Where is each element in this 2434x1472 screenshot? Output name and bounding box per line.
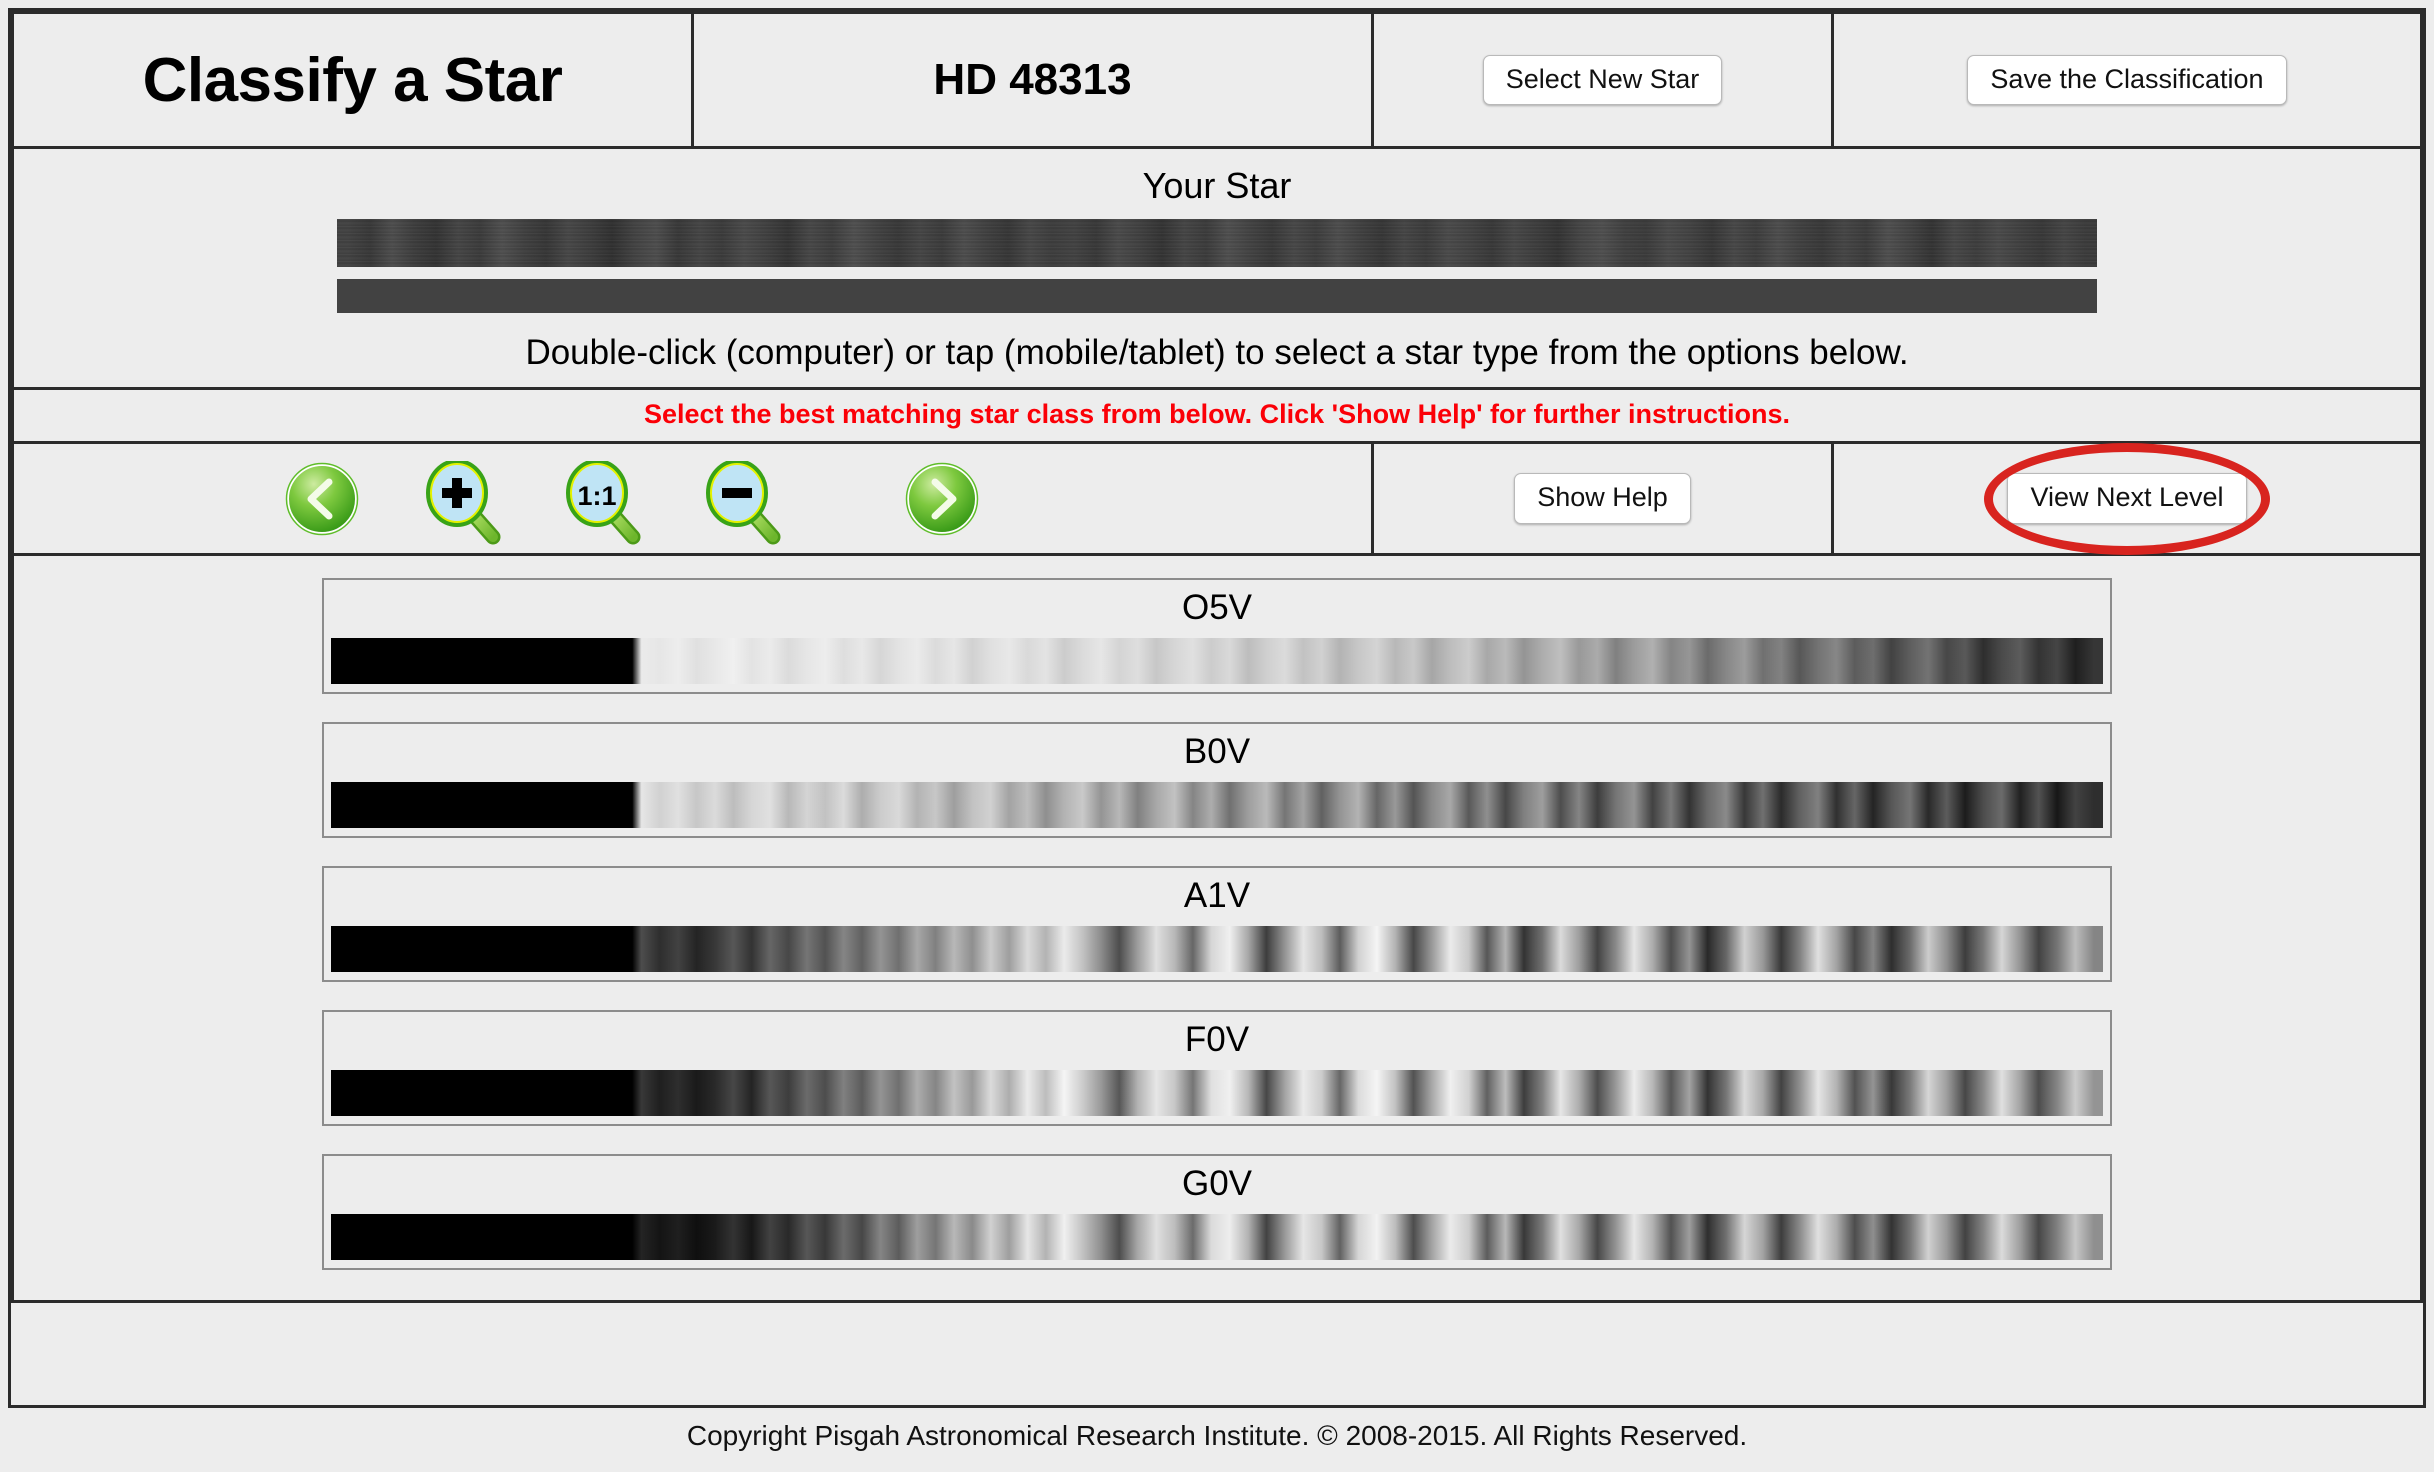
star-class-spectrum[interactable] [331, 638, 2103, 684]
star-name: HD 48313 [933, 55, 1132, 104]
alert-message: Select the best matching star class from… [643, 399, 1791, 429]
app-title-cell: Classify a Star [14, 14, 694, 146]
toolbar: 1:1 Show Help View Next Level [11, 442, 2423, 556]
footer: Copyright Pisgah Astronomical Research I… [0, 1420, 2434, 1452]
star-class-option[interactable]: O5V [322, 578, 2112, 694]
zoom-ratio-text: 1:1 [577, 481, 616, 511]
your-star-label: Your Star [1142, 165, 1292, 206]
star-class-label: O5V [1181, 588, 1253, 627]
your-star-spectrum-wrap [337, 219, 2097, 313]
star-class-label: G0V [1181, 1164, 1253, 1203]
save-classification-cell: Save the Classification [1834, 14, 2420, 146]
next-arrow-icon[interactable] [904, 461, 980, 537]
save-classification-button[interactable]: Save the Classification [1967, 54, 2287, 106]
show-help-cell: Show Help [1374, 444, 1834, 553]
copyright-text: Copyright Pisgah Astronomical Research I… [686, 1420, 1748, 1451]
star-class-spectrum[interactable] [331, 926, 2103, 972]
previous-arrow-icon[interactable] [284, 461, 360, 537]
star-class-spectrum[interactable] [331, 782, 2103, 828]
zoom-in-icon[interactable] [424, 460, 501, 544]
show-help-button[interactable]: Show Help [1514, 473, 1691, 524]
classify-a-star-app: Classify a Star HD 48313 Select New Star… [0, 0, 2434, 1472]
header-bar: Classify a Star HD 48313 Select New Star… [11, 11, 2423, 149]
your-star-panel: Your Star Double-click (computer) or tap… [11, 149, 2423, 390]
star-class-spectrum[interactable] [331, 1214, 2103, 1260]
alert-strip: Select the best matching star class from… [11, 390, 2423, 444]
star-class-spectrum[interactable] [331, 1070, 2103, 1116]
your-star-spectrum-image[interactable] [337, 219, 2097, 267]
spectrum-streak-layer [337, 219, 2097, 267]
star-class-option[interactable]: G0V [322, 1154, 2112, 1270]
star-class-list: O5V B0V A1V F0V G0V [11, 556, 2423, 1303]
star-class-label: A1V [1183, 876, 1251, 915]
star-class-label: B0V [1183, 732, 1251, 771]
toolbar-icons-cell: 1:1 [14, 444, 1374, 553]
selection-instruction: Double-click (computer) or tap (mobile/t… [525, 333, 1909, 372]
star-name-cell: HD 48313 [694, 14, 1374, 146]
your-star-spectrum-bar [337, 279, 2097, 313]
select-new-star-cell: Select New Star [1374, 14, 1834, 146]
app-frame: Classify a Star HD 48313 Select New Star… [8, 8, 2426, 1408]
select-new-star-button[interactable]: Select New Star [1482, 54, 1723, 106]
view-next-level-button[interactable]: View Next Level [2007, 473, 2247, 524]
page-title: Classify a Star [142, 45, 563, 115]
star-class-option[interactable]: A1V [322, 866, 2112, 982]
spectrum-noise-layer [337, 219, 2097, 267]
zoom-out-icon[interactable] [704, 460, 781, 544]
zoom-one-to-one-icon[interactable]: 1:1 [564, 460, 641, 544]
star-class-label: F0V [1184, 1020, 1250, 1059]
view-next-level-cell: View Next Level [1834, 442, 2420, 555]
star-class-option[interactable]: B0V [322, 722, 2112, 838]
star-class-option[interactable]: F0V [322, 1010, 2112, 1126]
